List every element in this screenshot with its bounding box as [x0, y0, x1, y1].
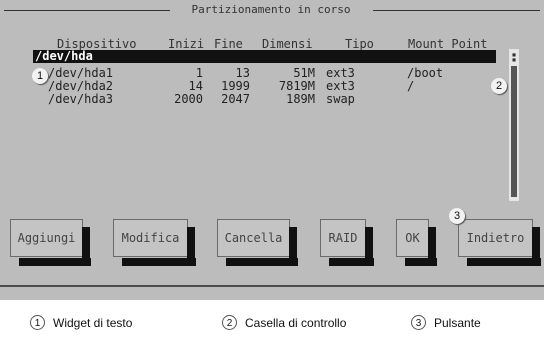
- cell-device: /dev/hda3: [48, 92, 114, 106]
- table-row[interactable]: /dev/hda3 2000 2047 189M swap: [33, 93, 496, 106]
- cell-start: 2000: [174, 92, 203, 106]
- column-header-start: Inizi: [168, 37, 205, 51]
- device-name: /dev/hda: [35, 49, 93, 63]
- legend-number: 2: [222, 315, 237, 330]
- cell-size: 189M: [286, 92, 315, 106]
- list-scrollbar[interactable]: ▪ ▪: [509, 49, 519, 201]
- cell-mount: /: [407, 79, 415, 93]
- bottom-separator: [0, 285, 544, 287]
- delete-button[interactable]: Cancella: [217, 219, 298, 266]
- legend-label: Casella di controllo: [245, 315, 347, 330]
- legend-item-button: 3 Pulsante: [411, 315, 481, 330]
- column-header-type: Tipo: [345, 37, 374, 51]
- legend-label: Pulsante: [434, 315, 481, 330]
- partition-list[interactable]: /dev/hda /dev/hda1 1 13 51M ext3 /boot /…: [33, 50, 496, 199]
- legend-item-text-widget: 1 Widget di testo: [30, 315, 132, 330]
- title-line-right: [373, 10, 540, 11]
- callout-1: 1: [32, 68, 48, 84]
- scroll-up-arrow-icon[interactable]: ▪ ▪: [511, 51, 517, 64]
- column-header-end: Fine: [214, 37, 243, 51]
- callout-2: 2: [491, 78, 507, 94]
- legend-label: Widget di testo: [53, 315, 133, 330]
- callout-3: 3: [449, 208, 465, 224]
- legend-number: 3: [411, 315, 426, 330]
- title-line-left: [4, 10, 170, 11]
- column-header-size: Dimensi: [262, 37, 313, 51]
- back-button[interactable]: Indietro: [458, 219, 541, 266]
- legend-item-checkbox: 2 Casella di controllo: [222, 315, 346, 330]
- add-button[interactable]: Aggiungi: [10, 219, 91, 266]
- ok-button[interactable]: OK: [396, 219, 437, 266]
- window-title: Partizionamento in corso: [171, 3, 371, 16]
- column-header-mount: Mount Point: [408, 37, 488, 51]
- device-row-selected[interactable]: /dev/hda: [33, 50, 496, 63]
- cell-end: 2047: [221, 92, 250, 106]
- legend-number: 1: [30, 315, 45, 330]
- raid-button[interactable]: RAID: [320, 219, 374, 266]
- partition-screen: Partizionamento in corso Dispositivo Ini…: [0, 0, 544, 300]
- cell-type: swap: [326, 92, 355, 106]
- scroll-thumb[interactable]: [511, 66, 517, 197]
- edit-button[interactable]: Modifica: [113, 219, 196, 266]
